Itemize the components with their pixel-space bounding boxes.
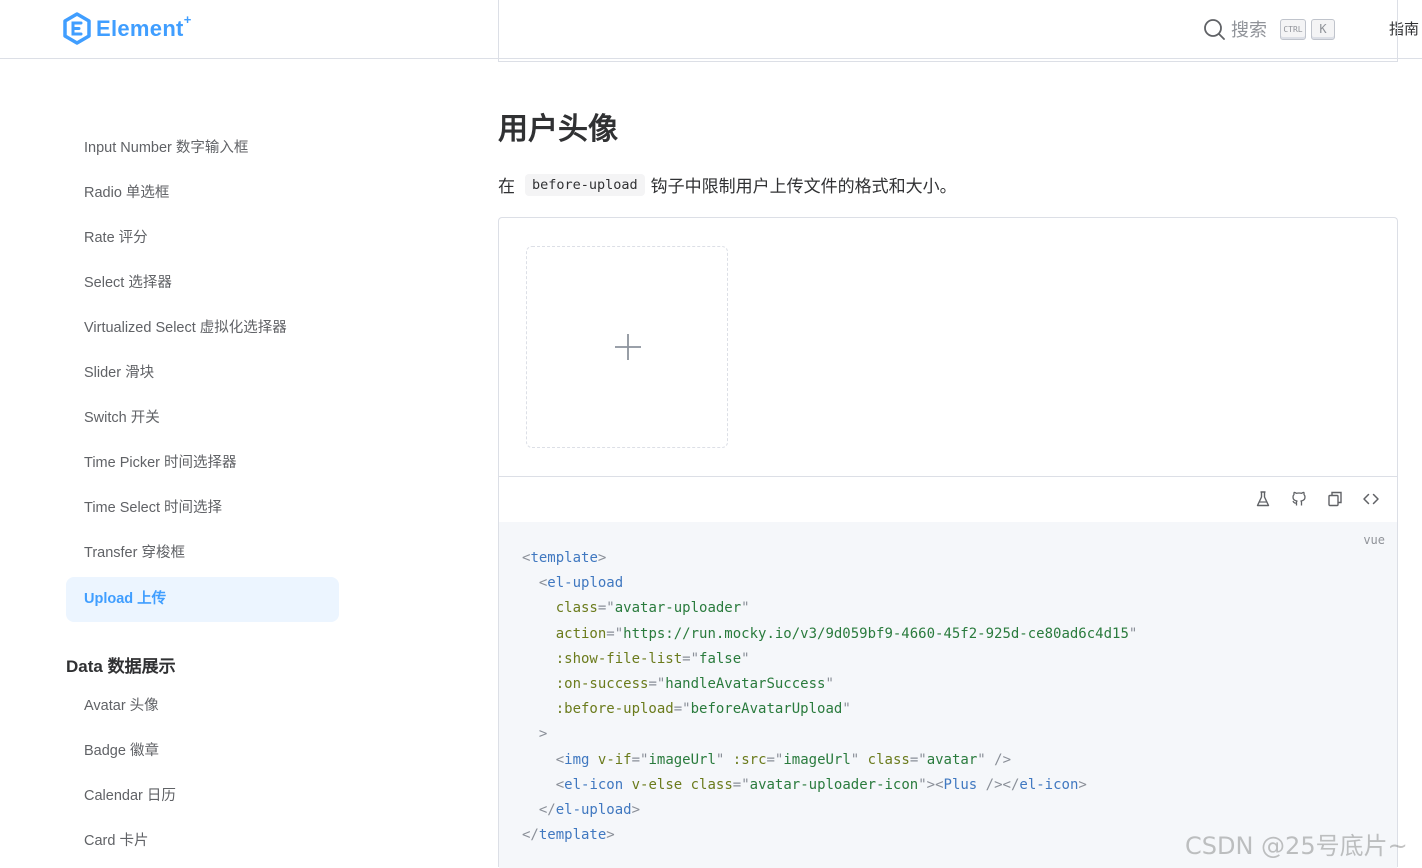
sidebar: Input Number 数字输入框 Radio 单选框 Rate 评分 Sel…	[0, 60, 470, 867]
sidebar-item-badge[interactable]: Badge 徽章	[66, 729, 339, 774]
logo-text: Element	[96, 15, 184, 41]
sidebar-group-data: Data 数据展示	[66, 657, 176, 676]
desc-inline-code: before-upload	[525, 173, 645, 196]
sidebar-item-radio[interactable]: Radio 单选框	[66, 171, 339, 216]
watermark: CSDN @25号底片~	[1185, 832, 1408, 860]
code-content: <template> <el-upload class="avatar-uplo…	[522, 550, 1138, 844]
desc-prefix: 在	[498, 177, 515, 196]
code-block: vue <template> <el-upload class="avatar-…	[499, 522, 1397, 868]
github-icon[interactable]	[1290, 490, 1308, 508]
code-lang-tag: vue	[1363, 533, 1385, 547]
sidebar-item-upload[interactable]: Upload 上传	[66, 577, 339, 622]
sidebar-item-slider[interactable]: Slider 滑块	[66, 351, 339, 396]
sidebar-item-time-picker[interactable]: Time Picker 时间选择器	[66, 441, 339, 486]
section-title: 用户头像	[498, 113, 618, 146]
section-description: 在 before-upload 钩子中限制用户上传文件的格式和大小。	[498, 172, 957, 197]
element-hexagon-icon	[63, 12, 91, 45]
element-logo[interactable]: Element +	[62, 12, 191, 45]
previous-demo-block	[498, 0, 1398, 62]
sidebar-item-input-number[interactable]: Input Number 数字输入框	[66, 126, 339, 171]
desc-suffix: 钩子中限制用户上传文件的格式和大小。	[650, 177, 957, 196]
copy-icon[interactable]	[1326, 490, 1344, 508]
demo-op-bar	[499, 477, 1397, 522]
sidebar-item-avatar[interactable]: Avatar 头像	[66, 684, 339, 729]
plus-icon	[615, 334, 641, 360]
main-content: 用户头像 在 before-upload 钩子中限制用户上传文件的格式和大小。	[498, 0, 1398, 868]
sidebar-item-switch[interactable]: Switch 开关	[66, 396, 339, 441]
flask-icon[interactable]	[1254, 490, 1272, 508]
sidebar-item-card[interactable]: Card 卡片	[66, 819, 339, 864]
logo-plus: +	[183, 12, 192, 27]
sidebar-item-rate[interactable]: Rate 评分	[66, 216, 339, 261]
sidebar-item-time-select[interactable]: Time Select 时间选择	[66, 486, 339, 531]
sidebar-item-select[interactable]: Select 选择器	[66, 261, 339, 306]
code-toggle-icon[interactable]	[1362, 490, 1380, 508]
sidebar-item-transfer[interactable]: Transfer 穿梭框	[66, 531, 339, 576]
sidebar-item-calendar[interactable]: Calendar 日历	[66, 774, 339, 819]
avatar-uploader[interactable]	[526, 246, 728, 448]
demo-block: vue <template> <el-upload class="avatar-…	[498, 217, 1398, 868]
sidebar-item-virtualized-select[interactable]: Virtualized Select 虚拟化选择器	[66, 306, 339, 351]
